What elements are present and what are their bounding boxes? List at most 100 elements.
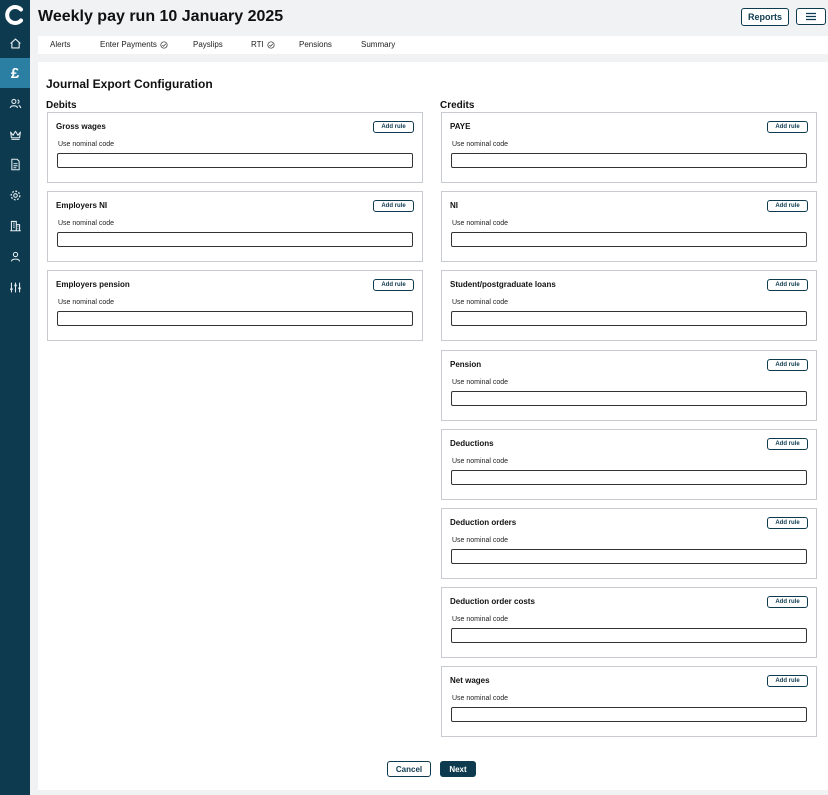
rule-card-ni: NI Add rule Use nominal code bbox=[441, 191, 817, 263]
nominal-code-input[interactable] bbox=[451, 232, 807, 248]
rule-card-deduction-order-costs: Deduction order costs Add rule Use nominal… bbox=[441, 587, 817, 659]
nominal-code-label: Use nominal code bbox=[452, 695, 509, 703]
document-icon bbox=[10, 158, 20, 170]
pound-icon: £ bbox=[10, 64, 20, 82]
sliders-icon bbox=[9, 282, 21, 292]
nominal-code-label: Use nominal code bbox=[452, 616, 509, 624]
nominal-code-input[interactable] bbox=[451, 707, 807, 723]
rule-card-title: Deduction orders bbox=[450, 518, 517, 527]
check-circle-icon bbox=[160, 40, 168, 49]
add-rule-button[interactable]: Add rule bbox=[767, 200, 808, 213]
nav-payroll[interactable]: £ bbox=[0, 58, 30, 88]
nominal-code-input[interactable] bbox=[451, 549, 807, 564]
rule-card-title: Net wages bbox=[450, 676, 490, 686]
tab-pensions[interactable]: Pensions bbox=[299, 40, 332, 49]
nav-company[interactable] bbox=[0, 211, 30, 239]
cancel-button[interactable]: Cancel bbox=[387, 761, 431, 777]
rule-card-title: PAYE bbox=[450, 122, 471, 131]
add-rule-button[interactable]: Add rule bbox=[767, 437, 808, 450]
nominal-code-label: Use nominal code bbox=[452, 220, 509, 228]
nominal-code-label: Use nominal code bbox=[452, 378, 509, 386]
nominal-code-label: Use nominal code bbox=[452, 141, 509, 148]
nominal-code-label: Use nominal code bbox=[452, 537, 509, 544]
rule-card-paye: PAYE Add rule Use nominal code bbox=[441, 112, 817, 183]
home-icon bbox=[9, 37, 21, 49]
credits-heading: Credits bbox=[440, 100, 475, 111]
hamburger-icon bbox=[806, 12, 816, 21]
main-area: Weekly pay run 10 January 2025 Reports A… bbox=[38, 0, 828, 795]
rule-card-title: Pension bbox=[450, 359, 482, 369]
rule-card-title: Deductions bbox=[450, 438, 494, 448]
building-icon bbox=[9, 220, 21, 231]
journal-export-panel: Journal Export Configuration Debits Cred… bbox=[38, 62, 828, 790]
nominal-code-input[interactable] bbox=[57, 311, 413, 327]
add-rule-button[interactable]: Add rule bbox=[373, 279, 414, 292]
add-rule-button[interactable]: Add rule bbox=[767, 517, 808, 529]
sidebar: £ bbox=[0, 0, 30, 795]
tab-alerts[interactable]: Alerts bbox=[50, 40, 70, 49]
rule-card-employers-pension: Employers pension Add rule Use nominal cod… bbox=[47, 270, 423, 342]
pay-run-tabs: Alerts Enter Payments Payslips RTI Pensi… bbox=[38, 36, 828, 54]
tab-label: Enter Payments bbox=[100, 40, 157, 49]
nav-adjustments[interactable] bbox=[0, 273, 30, 301]
nominal-code-input[interactable] bbox=[451, 469, 807, 485]
next-button[interactable]: Next bbox=[440, 761, 476, 777]
section-title: Journal Export Configuration bbox=[46, 77, 213, 91]
nominal-code-input[interactable] bbox=[57, 153, 413, 168]
tab-rti[interactable]: RTI bbox=[251, 40, 275, 49]
nominal-code-input[interactable] bbox=[451, 153, 807, 168]
page-title: Weekly pay run 10 January 2025 bbox=[38, 8, 284, 25]
add-rule-button[interactable]: Add rule bbox=[767, 279, 808, 292]
add-rule-button[interactable]: Add rule bbox=[767, 121, 808, 133]
tab-label: Payslips bbox=[193, 40, 223, 49]
nominal-code-label: Use nominal code bbox=[452, 457, 509, 465]
nav-employees[interactable] bbox=[0, 89, 30, 117]
person-icon bbox=[10, 251, 20, 262]
rule-card-deductions: Deductions Add rule Use nominal code bbox=[441, 428, 817, 500]
tab-label: Pensions bbox=[299, 40, 332, 49]
tab-enter-payments[interactable]: Enter Payments bbox=[100, 40, 168, 49]
rule-card-pension: Pension Add rule Use nominal code bbox=[441, 349, 817, 421]
logo-c-icon bbox=[5, 5, 23, 25]
rule-card-net-wages: Net wages Add rule Use nominal code bbox=[441, 666, 817, 738]
nominal-code-input[interactable] bbox=[57, 232, 413, 248]
rule-card-title: Deduction order costs bbox=[450, 597, 535, 607]
nav-home[interactable] bbox=[0, 29, 30, 57]
rule-card-employers-ni: Employers NI Add rule Use nominal code bbox=[47, 191, 423, 263]
add-rule-button[interactable]: Add rule bbox=[767, 596, 808, 609]
tab-payslips[interactable]: Payslips bbox=[193, 40, 223, 49]
nav-settings[interactable] bbox=[0, 181, 30, 209]
nominal-code-input[interactable] bbox=[451, 628, 807, 644]
top-bar: Weekly pay run 10 January 2025 Reports bbox=[38, 0, 828, 36]
menu-button[interactable] bbox=[796, 8, 826, 25]
rule-card-student-postgraduate-loans: Student/postgraduate loans Add rule Use no… bbox=[441, 270, 817, 342]
tab-label: Alerts bbox=[50, 40, 71, 49]
rule-card-title: Student/postgraduate loans bbox=[450, 280, 556, 290]
app-logo[interactable] bbox=[0, 0, 30, 30]
gear-icon bbox=[10, 190, 20, 200]
add-rule-button[interactable]: Add rule bbox=[373, 200, 414, 213]
tab-label: RTI bbox=[251, 40, 264, 49]
rule-card-title: Employers NI bbox=[56, 201, 108, 211]
rule-card-gross-wages: Gross wages Add rule Use nominal code bbox=[47, 112, 423, 183]
nominal-code-input[interactable] bbox=[451, 311, 807, 327]
rule-card-title: Employers pension bbox=[56, 280, 130, 290]
crown-icon bbox=[9, 130, 21, 140]
nav-crown[interactable] bbox=[0, 120, 30, 148]
nominal-code-label: Use nominal code bbox=[58, 141, 115, 148]
nav-documents[interactable] bbox=[0, 150, 30, 178]
add-rule-button[interactable]: Add rule bbox=[767, 358, 808, 371]
reports-button[interactable]: Reports bbox=[741, 8, 789, 26]
tab-label: Summary bbox=[361, 40, 396, 49]
rule-card-deduction-orders: Deduction orders Add rule Use nominal code bbox=[441, 508, 817, 579]
nominal-code-label: Use nominal code bbox=[58, 299, 115, 307]
check-circle-icon bbox=[267, 40, 275, 49]
add-rule-button[interactable]: Add rule bbox=[373, 121, 414, 133]
nav-user[interactable] bbox=[0, 242, 30, 270]
rule-card-title: NI bbox=[450, 201, 458, 211]
people-icon bbox=[9, 98, 21, 108]
add-rule-button[interactable]: Add rule bbox=[767, 675, 808, 688]
debits-heading: Debits bbox=[46, 100, 77, 111]
tab-summary[interactable]: Summary bbox=[361, 40, 395, 49]
nominal-code-input[interactable] bbox=[451, 390, 807, 406]
